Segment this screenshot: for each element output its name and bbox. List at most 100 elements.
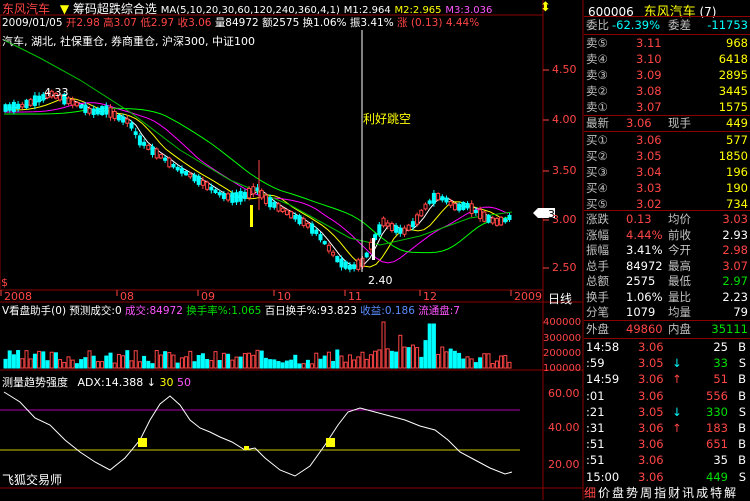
volume-bar xyxy=(16,350,21,369)
candle-body xyxy=(507,214,512,220)
bid-row[interactable]: 买③ 3.04 196 xyxy=(584,164,750,180)
bottom-tab[interactable]: 盘 xyxy=(612,486,624,500)
adx-title[interactable]: 测量趋势强度 xyxy=(2,376,68,389)
bottom-tab[interactable]: 财 xyxy=(668,486,680,500)
low-price-label: 2.40 xyxy=(368,274,393,287)
volume-bar xyxy=(486,353,491,369)
candle-body xyxy=(129,122,134,129)
candle-body xyxy=(100,106,105,116)
volume-bar xyxy=(469,358,474,369)
ask-row[interactable]: 卖④ 3.10 6418 xyxy=(584,51,750,67)
ask-row[interactable]: 卖⑤ 3.11 968 xyxy=(584,35,750,51)
candle-body xyxy=(192,174,197,182)
volume-bar xyxy=(503,354,508,369)
tick-time: 14:58 xyxy=(586,340,620,354)
candle-body xyxy=(482,211,487,222)
volume-indicator-title[interactable]: V看盘助手(0) xyxy=(2,305,66,317)
stats-row: 振幅 3.41% 今开 2.98 xyxy=(584,242,750,258)
bottom-tab[interactable]: 特 xyxy=(710,486,722,500)
tick-side: B xyxy=(738,437,746,452)
volume-bar xyxy=(226,353,231,369)
volume-bar xyxy=(373,350,378,369)
volume-bar xyxy=(398,334,403,369)
ma-line-2 xyxy=(4,97,509,268)
stat-value: 3.03 xyxy=(722,212,748,226)
change-pct: 4.44% xyxy=(445,17,480,29)
volume-bar xyxy=(163,351,168,369)
volume-bar xyxy=(112,362,117,369)
change: 涨 (0.13) xyxy=(397,17,443,29)
bid-row[interactable]: 买④ 3.03 190 xyxy=(584,180,750,196)
candle-body xyxy=(503,218,508,223)
bottom-tab[interactable]: 周 xyxy=(640,486,652,500)
candle-body xyxy=(410,221,415,228)
kline-chart-area[interactable] xyxy=(0,0,584,500)
volume-bar xyxy=(205,358,210,369)
ask-row[interactable]: 卖③ 3.09 2895 xyxy=(584,67,750,83)
bottom-tab[interactable]: 势 xyxy=(626,486,638,500)
bottom-tab[interactable]: 细 xyxy=(584,486,596,500)
bottom-tab[interactable]: 成 xyxy=(696,486,708,500)
stock-name[interactable]: 东风汽车 xyxy=(2,2,50,16)
indicator-name[interactable]: 筹码超跌综合选 xyxy=(73,2,157,16)
candle-body xyxy=(28,98,33,106)
volume-bar xyxy=(427,323,432,369)
deal-volume: 成交:84972 xyxy=(124,305,183,317)
candle-body xyxy=(184,171,189,176)
hundred-day-turnover: 百日换手%:93.823 xyxy=(264,305,357,317)
ma-line-long xyxy=(3,39,513,246)
tick-price: 3.05 xyxy=(638,356,664,371)
ask-row[interactable]: 卖② 3.08 3445 xyxy=(584,83,750,99)
ask-volume: 6418 xyxy=(718,52,748,66)
month-label: 2008 xyxy=(4,290,32,303)
candle-body xyxy=(272,201,277,208)
ask-row[interactable]: 卖① 3.07 1575 xyxy=(584,99,750,115)
volume-bar xyxy=(28,358,33,369)
stats-row: 分笔 1079 均量 79 xyxy=(584,304,750,320)
outer-inner-row: 外盘 49860 内盘 35111 xyxy=(584,321,750,337)
volume-bar xyxy=(385,348,390,369)
tick-arrow-icon: ↓ xyxy=(672,404,682,419)
stat-value: 2.93 xyxy=(722,227,748,242)
candle-body xyxy=(389,223,394,231)
bid-row[interactable]: 买② 3.05 1850 xyxy=(584,148,750,164)
bottom-tab[interactable]: 价 xyxy=(598,486,610,500)
stat-value: 2.97 xyxy=(722,274,748,288)
candle-body xyxy=(457,203,462,211)
weibi-value: -62.39% xyxy=(612,18,660,32)
volume: 量84972 xyxy=(214,17,259,29)
updown-arrows-icon[interactable]: ⬍ xyxy=(540,0,551,15)
period-label[interactable]: 日线 xyxy=(548,290,572,307)
tick-time: :59 xyxy=(586,356,605,371)
candle-body xyxy=(263,194,268,204)
candle-body xyxy=(385,222,390,227)
month-label: 08 xyxy=(120,290,134,303)
volume-bar xyxy=(284,360,289,369)
bottom-tab[interactable]: 指 xyxy=(654,486,666,500)
candle-body xyxy=(171,163,176,168)
volume-bar xyxy=(343,361,348,369)
volume-bar xyxy=(74,363,79,369)
bid-row[interactable]: 买① 3.06 577 xyxy=(584,132,750,148)
arrow-down-icon: ▼ xyxy=(59,2,70,16)
volume-bar xyxy=(482,353,487,369)
ask-label: 卖① xyxy=(586,100,608,114)
candlesticks xyxy=(3,89,512,273)
volume-bar xyxy=(116,353,121,369)
candle-body xyxy=(213,189,218,193)
candle-body xyxy=(402,227,407,235)
candle-body xyxy=(469,203,474,214)
candle-body xyxy=(356,259,361,270)
adx-level-50: 50 xyxy=(176,376,191,389)
candle-body xyxy=(217,192,222,196)
volume-bar xyxy=(263,357,268,369)
bottom-tab[interactable]: 讯 xyxy=(682,486,694,500)
volume-bar xyxy=(238,356,243,369)
stats-row: 总手 84972 最高 3.07 xyxy=(584,258,750,274)
volume-bar xyxy=(41,351,46,369)
tick-volume: 35 xyxy=(713,453,728,468)
amplitude: 振3.41% xyxy=(349,17,394,29)
candle-body xyxy=(95,107,100,115)
bottom-tab[interactable]: 解 xyxy=(724,486,736,500)
candle-body xyxy=(137,135,142,146)
